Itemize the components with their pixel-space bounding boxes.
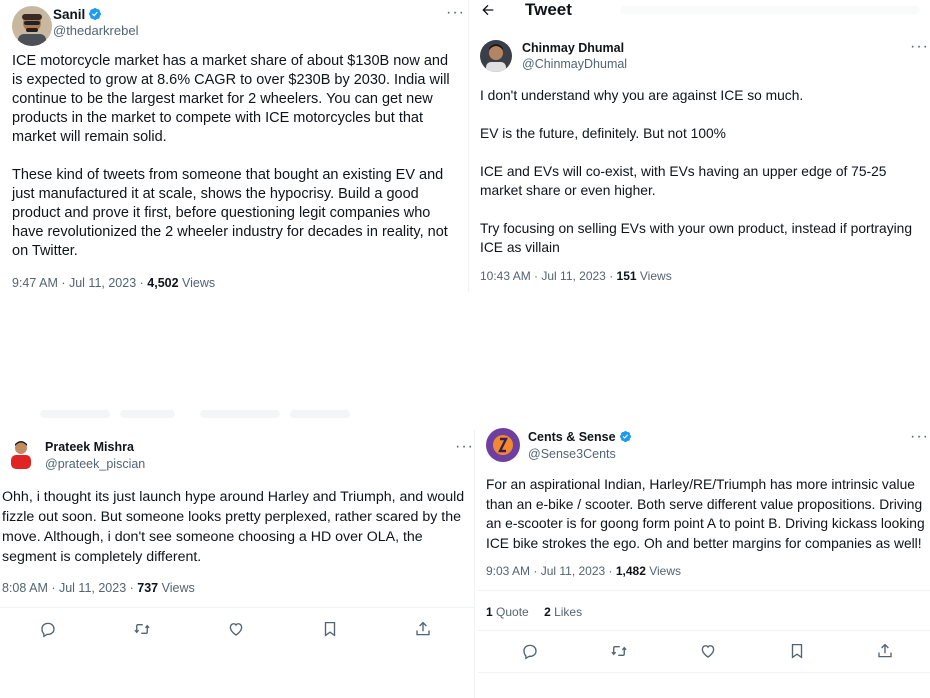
retweet-icon[interactable] <box>133 620 153 640</box>
verified-badge-icon <box>619 430 632 446</box>
tweet-sanil: Sanil @thedarkrebel ··· ICE motorcycle m… <box>0 0 466 300</box>
more-icon[interactable]: ··· <box>910 39 929 55</box>
handle[interactable]: @ChinmayDhumal <box>522 57 627 71</box>
verified-badge-icon <box>88 7 102 24</box>
tweet-text: ICE motorcycle market has a market share… <box>12 52 462 261</box>
divider <box>478 590 930 591</box>
more-icon[interactable]: ··· <box>446 5 465 21</box>
likes-count[interactable]: 2 Likes <box>544 605 582 619</box>
handle[interactable]: @prateek_piscian <box>45 457 145 471</box>
paragraph: These kind of tweets from someone that b… <box>12 167 448 259</box>
handle[interactable]: @Sense3Cents <box>528 447 616 461</box>
views-count: 737 <box>137 581 159 595</box>
header-ghost <box>620 6 920 14</box>
avatar-cents-sense[interactable] <box>486 428 520 462</box>
divider <box>0 607 474 608</box>
panel-divider <box>468 0 469 292</box>
avatar-sanil[interactable] <box>12 6 52 46</box>
views-label: Views <box>178 276 216 290</box>
tweet-text: For an aspirational Indian, Harley/RE/Tr… <box>486 475 930 553</box>
like-icon[interactable] <box>699 642 719 662</box>
paragraph: Ohh, i thought its just launch hype arou… <box>2 489 465 565</box>
views-label: Views <box>158 581 195 595</box>
tweet-text: Ohh, i thought its just launch hype arou… <box>2 487 474 567</box>
header-title: Tweet <box>525 0 572 19</box>
blurred-strip <box>200 410 280 418</box>
paragraph: For an aspirational Indian, Harley/RE/Tr… <box>486 477 925 551</box>
tweet-chinmay: Tweet Chinmay Dhumal @ChinmayDhumal ··· … <box>470 0 930 300</box>
avatar-prateek[interactable] <box>4 438 38 472</box>
quote-count[interactable]: 1 Quote <box>486 605 529 619</box>
handle[interactable]: @thedarkrebel <box>53 23 138 38</box>
share-icon[interactable] <box>414 620 434 640</box>
time-date: 9:47 AM · Jul 11, 2023 · <box>12 276 148 290</box>
time-date: 10:43 AM · Jul 11, 2023 · <box>480 269 617 283</box>
views-label: Views <box>645 564 682 578</box>
action-bar <box>478 642 930 666</box>
blurred-strip <box>120 410 175 418</box>
timestamp[interactable]: 10:43 AM · Jul 11, 2023 · 151 Views <box>480 269 672 283</box>
tweet-cents-sense: Cents & Sense @Sense3Cents ··· For an as… <box>478 420 930 698</box>
paragraph: EV is the future, definitely. But not 10… <box>480 126 726 141</box>
views-count: 151 <box>616 269 637 283</box>
tweet-prateek: Prateek Mishra @prateek_piscian ··· Ohh,… <box>0 430 474 698</box>
back-arrow-icon[interactable] <box>480 2 500 18</box>
share-icon[interactable] <box>876 642 896 662</box>
timestamp[interactable]: 9:47 AM · Jul 11, 2023 · 4,502 Views <box>12 276 215 290</box>
time-date: 9:03 AM · Jul 11, 2023 · <box>486 564 616 578</box>
paragraph: I don't understand why you are against I… <box>480 88 804 103</box>
display-name[interactable]: Cents & Sense <box>528 430 632 446</box>
divider <box>478 630 930 631</box>
blurred-strip <box>290 410 350 418</box>
panel-divider <box>474 430 475 698</box>
retweet-icon[interactable] <box>610 642 630 662</box>
bookmark-icon[interactable] <box>321 620 341 640</box>
action-bar <box>0 620 474 644</box>
reply-icon[interactable] <box>521 642 541 662</box>
paragraph: Try focusing on selling EVs with your ow… <box>480 221 913 255</box>
avatar-chinmay[interactable] <box>480 40 512 72</box>
paragraph: ICE motorcycle market has a market share… <box>12 53 450 145</box>
timestamp[interactable]: 9:03 AM · Jul 11, 2023 · 1,482 Views <box>486 564 681 578</box>
more-icon[interactable]: ··· <box>455 439 474 455</box>
blurred-strip <box>40 410 110 418</box>
timestamp[interactable]: 8:08 AM · Jul 11, 2023 · 737 Views <box>2 581 195 595</box>
divider <box>478 672 930 673</box>
views-count: 1,482 <box>615 564 646 578</box>
more-icon[interactable]: ··· <box>910 429 929 445</box>
display-name[interactable]: Prateek Mishra <box>45 440 134 454</box>
bookmark-icon[interactable] <box>788 642 808 662</box>
time-date: 8:08 AM · Jul 11, 2023 · <box>2 581 138 595</box>
display-name[interactable]: Chinmay Dhumal <box>522 41 624 55</box>
display-name[interactable]: Sanil <box>53 7 102 24</box>
views-label: Views <box>636 269 672 283</box>
paragraph: ICE and EVs will co-exist, with EVs havi… <box>480 164 887 198</box>
like-icon[interactable] <box>227 620 247 640</box>
engagement-stats: 1 Quote 2 Likes <box>486 605 582 619</box>
tweet-text: I don't understand why you are against I… <box>480 86 930 257</box>
reply-icon[interactable] <box>39 620 59 640</box>
views-count: 4,502 <box>147 276 179 290</box>
